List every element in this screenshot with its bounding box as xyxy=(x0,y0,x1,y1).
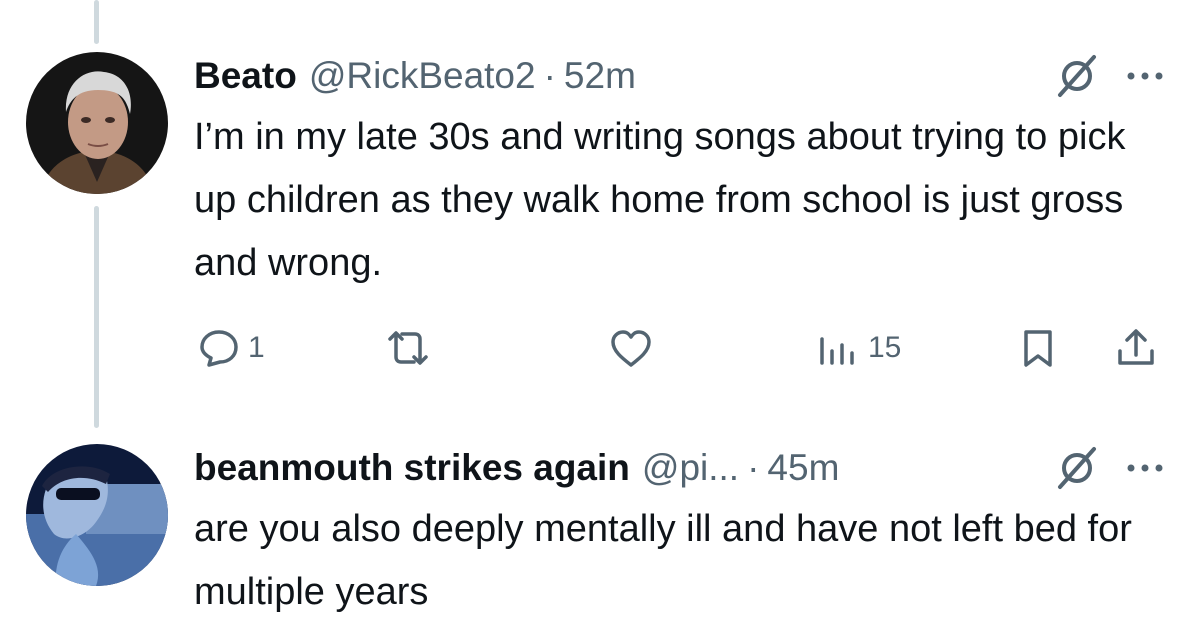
author-name[interactable]: beanmouth strikes again xyxy=(194,438,630,498)
reply-icon xyxy=(198,327,240,369)
tweet-actions: 1 15 xyxy=(194,318,1174,378)
reply-button[interactable]: 1 xyxy=(198,318,265,378)
author-handle[interactable]: @RickBeato2 xyxy=(309,46,536,106)
author-handle[interactable]: @pi... xyxy=(642,438,739,498)
tweet-text: I’m in my late 30s and writing songs abo… xyxy=(194,116,1126,284)
tweet-header: Beato @RickBeato2 · 52m xyxy=(194,46,1174,106)
timestamp[interactable]: 52m xyxy=(564,46,636,106)
tweet[interactable]: beanmouth strikes again @pi... · 45m are… xyxy=(194,438,1174,624)
like-icon xyxy=(608,327,654,369)
more-icon[interactable] xyxy=(1126,463,1164,473)
views-count: 15 xyxy=(868,331,902,364)
grok-icon[interactable] xyxy=(1054,445,1100,491)
more-icon[interactable] xyxy=(1126,71,1164,81)
grok-icon[interactable] xyxy=(1054,53,1100,99)
avatar[interactable] xyxy=(26,52,168,194)
thread-line-middle xyxy=(94,206,99,428)
views-button[interactable]: 15 xyxy=(816,318,901,378)
bookmark-button[interactable] xyxy=(1018,318,1058,378)
like-button[interactable] xyxy=(608,318,662,378)
share-button[interactable] xyxy=(1114,318,1158,378)
repost-button[interactable] xyxy=(384,318,440,378)
reply-count: 1 xyxy=(248,331,265,364)
repost-icon xyxy=(384,327,432,369)
tweet[interactable]: Beato @RickBeato2 · 52m I’m in my late 3… xyxy=(194,46,1174,367)
avatar[interactable] xyxy=(26,444,168,586)
bookmark-icon xyxy=(1018,327,1058,369)
thread-line-top xyxy=(94,0,99,44)
views-icon xyxy=(816,327,860,369)
author-name[interactable]: Beato xyxy=(194,46,297,106)
tweet-text: are you also deeply mentally ill and hav… xyxy=(194,508,1132,613)
share-icon xyxy=(1114,327,1158,369)
timestamp[interactable]: 45m xyxy=(767,438,839,498)
separator: · xyxy=(543,55,556,96)
tweet-header: beanmouth strikes again @pi... · 45m xyxy=(194,438,1174,498)
separator: · xyxy=(747,447,760,488)
